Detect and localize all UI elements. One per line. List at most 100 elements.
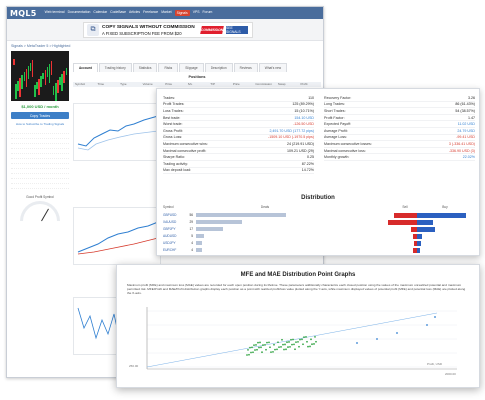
nav-item-vps[interactable]: VPS — [193, 10, 200, 16]
tab-description[interactable]: Description — [204, 63, 233, 72]
scatter-point — [274, 348, 276, 351]
positions-col-header[interactable]: Commission — [253, 82, 276, 87]
mfe-mae-window: MFE and MAE Distribution Point Graphs Ma… — [116, 264, 480, 388]
how-to-subscribe-link[interactable]: How to Subscribe to Trading Signals — [11, 122, 69, 126]
stat-row: Maximum consecutive losses: 3 (-336.41 US… — [324, 141, 475, 148]
see-signals-button[interactable]: SEE SIGNALS — [226, 26, 248, 34]
stat-row: Gross Profit: 2,491.70 USD (177.72 pips) — [163, 128, 314, 135]
stat-row: Gross Loss: -1509.10 USD (-1970.5 pips) — [163, 135, 314, 142]
copy-trades-button[interactable]: Copy Trades — [11, 112, 69, 119]
tab-trading-history[interactable]: Trading history — [98, 63, 132, 72]
nav-item-documentation[interactable]: Documentation — [68, 10, 91, 16]
nav-item-freelance[interactable]: Freelance — [143, 10, 158, 16]
nav-item-codebase[interactable]: CodeBase — [110, 10, 126, 16]
tab-slippage[interactable]: Slippage — [179, 63, 204, 72]
stat-value: 14.72% — [301, 168, 314, 173]
breadcrumb[interactable]: Signals > MetaTrader 5 > Highlighted — [11, 44, 70, 48]
stat-row: Maximal consecutive loss: -336.90 USD (3) — [324, 148, 475, 155]
nav-item-calendar[interactable]: Calendar — [93, 10, 107, 16]
growth-chart — [73, 103, 161, 161]
positions-col-header[interactable]: Price — [231, 82, 254, 87]
scatter-point — [290, 338, 292, 341]
positions-col-header[interactable]: Profit — [298, 82, 321, 87]
nav-item-forum[interactable]: Forum — [202, 10, 212, 16]
stat-value: -336.90 USD (3) — [448, 148, 475, 153]
stat-label: Profit Trades: — [163, 102, 185, 107]
stat-value: -126.50 USD — [293, 122, 314, 127]
buy-bar — [417, 219, 433, 225]
positions-col-header[interactable]: Time — [96, 82, 119, 87]
stat-label: Maximal consecutive profit: — [163, 148, 207, 153]
tab-risks[interactable]: Risks — [158, 63, 179, 72]
scatter-point — [269, 346, 271, 349]
axis-label-left: 250.00 — [129, 364, 139, 368]
stat-label: Maximum consecutive wins: — [163, 141, 208, 146]
top-nav-bar: MQL5 Web terminal Documentation Calendar Co… — [7, 7, 323, 19]
nav-item-articles[interactable]: Articles — [129, 10, 140, 16]
tab-statistics[interactable]: Statistics — [132, 63, 158, 72]
positions-col-header[interactable]: Swap — [276, 82, 299, 87]
stat-label: Max deposit load: — [163, 168, 192, 173]
distribution-symbol[interactable]: AUDUSD — [163, 234, 185, 238]
scatter-point — [302, 343, 304, 346]
nav-item-web-terminal[interactable]: Web terminal — [45, 10, 65, 16]
positions-col-header[interactable]: S/L — [186, 82, 209, 87]
deals-bar — [196, 226, 224, 232]
sell-buy-bars — [365, 219, 469, 225]
tab-what-s-new[interactable]: What's new — [258, 63, 288, 72]
positions-title: Positions — [188, 75, 206, 79]
tab-reviews[interactable]: Reviews — [233, 63, 258, 72]
nav-item-market[interactable]: Market — [161, 10, 171, 16]
col-deals: Deals — [260, 205, 270, 209]
nav-item-signals[interactable]: Signals — [174, 10, 190, 16]
scatter-point — [270, 351, 272, 354]
scatter-point — [305, 336, 307, 338]
scatter-point — [311, 343, 313, 346]
col-buy: Buy — [442, 205, 448, 209]
scatter-point — [247, 348, 249, 351]
mfe-mae-title: MFE and MAE Distribution Point Graphs — [240, 272, 356, 278]
scatter-point — [250, 351, 252, 354]
scatter-point — [259, 341, 261, 344]
stat-label: Monthly growth: — [324, 155, 350, 160]
scatter-point — [281, 338, 283, 341]
positions-col-header[interactable]: Type — [118, 82, 141, 87]
stat-label: Profit Factor: — [324, 115, 345, 120]
stat-value: 15 (10.71%) — [294, 108, 314, 113]
positions-col-header[interactable]: T/P — [208, 82, 231, 87]
buy-bar — [417, 247, 420, 253]
stat-value: 22.02% — [462, 155, 475, 160]
positions-col-header[interactable]: Price — [163, 82, 186, 87]
scatter-point — [310, 338, 312, 341]
positions-col-header[interactable]: Volume — [141, 82, 164, 87]
ad-line-1: COPY SIGNALS WITHOUT COMMISSION — [102, 24, 195, 30]
positions-table-header: Symbol Time Type Volume Price S/L T/P Price Comm… — [73, 82, 321, 87]
statistics-window: Trades: 110 Profit Trades: 125 (89.29%) Loss… — [156, 88, 480, 256]
tab-account[interactable]: Account — [73, 63, 98, 72]
distribution-symbol[interactable]: USDJPY — [163, 241, 185, 245]
stat-label: Average Loss: — [324, 135, 347, 140]
buy-bar — [417, 212, 467, 218]
stat-value: 110 — [308, 95, 314, 100]
ad-banner[interactable]: ⧉ COPY SIGNALS WITHOUT COMMISSION A FIXE… — [83, 22, 253, 38]
positions-col-header[interactable]: Symbol — [73, 82, 96, 87]
stat-row: Expected Payoff: 11.02 USD — [324, 121, 475, 128]
scatter-point — [251, 346, 253, 349]
stat-row: Worst trade: -126.50 USD — [163, 121, 314, 128]
ad-banner-area: ⧉ COPY SIGNALS WITHOUT COMMISSION A FIXE… — [7, 19, 323, 41]
distribution-symbol[interactable]: EURCHF — [163, 248, 185, 252]
mql5-logo[interactable]: MQL5 — [10, 9, 37, 18]
distribution-symbol[interactable]: GBPJPY — [163, 227, 185, 231]
stat-row: Average Loss: -99.41 USD — [324, 135, 475, 142]
buy-bar — [417, 233, 423, 239]
stat-value: 109.21 USD (29) — [287, 148, 314, 153]
scatter-point — [292, 338, 294, 341]
scatter-point — [253, 344, 255, 347]
growth-chart-svg — [77, 115, 159, 151]
stat-value: 1.47 — [468, 115, 475, 120]
stat-label: Maximal consecutive loss: — [324, 148, 366, 153]
stat-value: 2,491.70 USD (177.72 pips) — [269, 128, 314, 133]
distribution-symbol[interactable]: XAUUSD — [163, 220, 185, 224]
distribution-symbol[interactable]: GBPUSD — [163, 213, 185, 217]
stat-value: 24.79 USD — [457, 128, 475, 133]
